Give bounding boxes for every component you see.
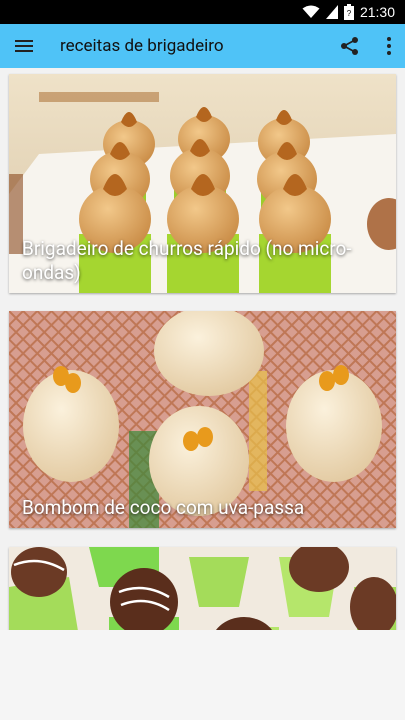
- status-time: 21:30: [359, 4, 395, 20]
- menu-icon[interactable]: [14, 36, 34, 56]
- wifi-icon: [302, 5, 320, 18]
- recipe-image-truffles: [9, 547, 396, 630]
- signal-icon: [325, 5, 338, 19]
- app-bar: receitas de brigadeiro: [0, 24, 405, 68]
- battery-icon: ?: [343, 4, 354, 20]
- more-vert-icon[interactable]: [383, 35, 395, 57]
- empty-bottom-area: [0, 630, 405, 720]
- recipe-card[interactable]: Bombom de coco com uva-passa: [9, 311, 396, 528]
- recipe-title: Bombom de coco com uva-passa: [22, 496, 305, 519]
- recipe-title: Brigadeiro de churros rápido (no micro-o…: [22, 237, 352, 284]
- svg-text:?: ?: [347, 9, 352, 18]
- recipe-list: Brigadeiro de churros rápido (no micro-o…: [0, 68, 405, 630]
- app-title: receitas de brigadeiro: [60, 36, 224, 56]
- recipe-card[interactable]: [9, 547, 396, 630]
- share-icon[interactable]: [339, 35, 361, 57]
- status-bar: ? 21:30: [0, 0, 405, 24]
- recipe-card[interactable]: Brigadeiro de churros rápido (no micro-o…: [9, 74, 396, 293]
